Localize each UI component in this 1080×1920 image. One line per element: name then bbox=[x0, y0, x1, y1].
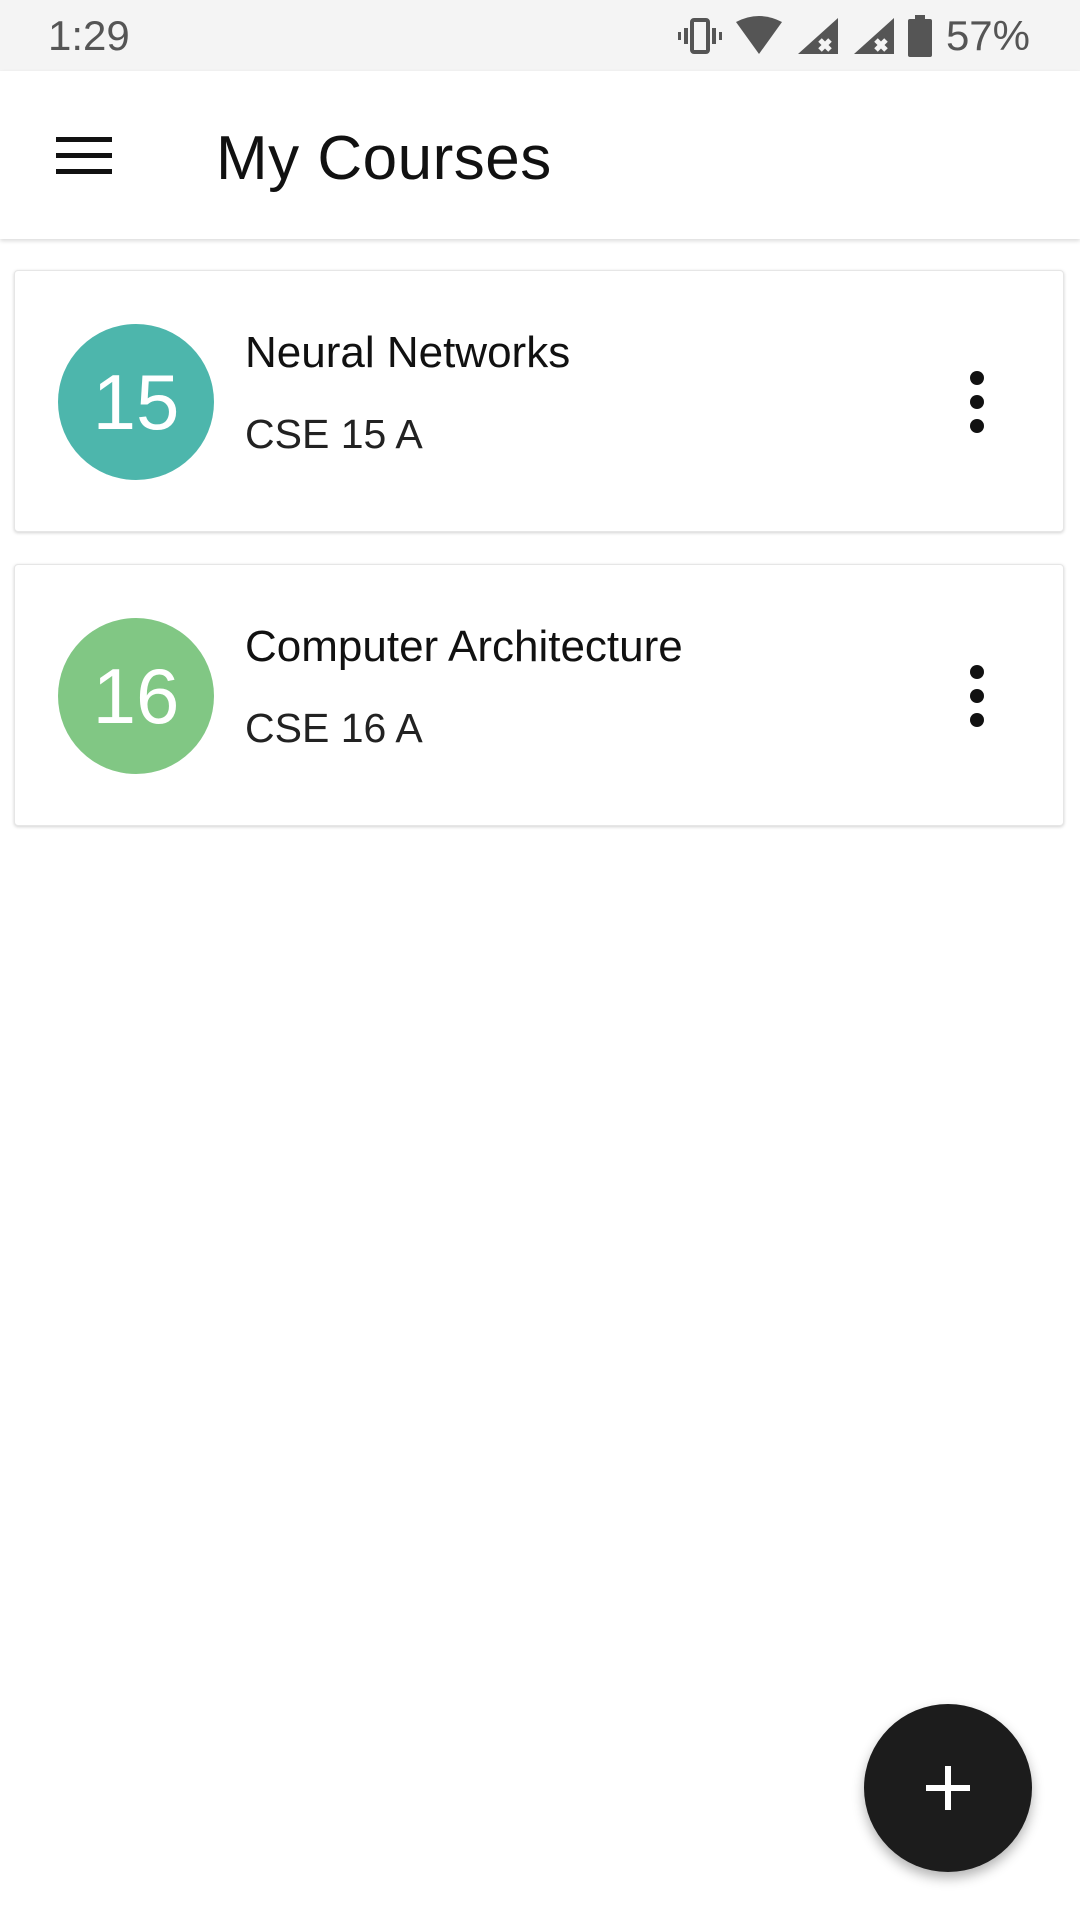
menu-button[interactable] bbox=[40, 115, 128, 195]
app-bar: My Courses bbox=[0, 71, 1080, 239]
add-course-button[interactable] bbox=[864, 1704, 1032, 1872]
course-number-avatar: 16 bbox=[58, 618, 214, 774]
plus-icon bbox=[924, 1764, 972, 1812]
signal-no-data-icon bbox=[852, 16, 894, 56]
wifi-icon bbox=[735, 16, 782, 56]
course-name: Computer Architecture bbox=[245, 622, 683, 671]
course-name: Neural Networks bbox=[245, 328, 571, 377]
status-time: 1:29 bbox=[48, 12, 130, 59]
course-card[interactable]: 15 Neural Networks CSE 15 A bbox=[14, 270, 1064, 532]
status-bar: 1:29 57% bbox=[0, 0, 1080, 71]
vibrate-icon bbox=[677, 16, 722, 56]
page-title: My Courses bbox=[216, 124, 552, 193]
hamburger-menu-icon bbox=[56, 135, 112, 175]
course-code: CSE 16 A bbox=[245, 705, 423, 751]
course-code: CSE 15 A bbox=[245, 411, 423, 457]
more-vert-icon bbox=[967, 370, 987, 434]
course-options-button[interactable] bbox=[947, 651, 1007, 741]
course-card[interactable]: 16 Computer Architecture CSE 16 A bbox=[14, 564, 1064, 826]
battery-percentage: 57% bbox=[945, 12, 1030, 59]
status-icons: 57% bbox=[677, 12, 1030, 59]
battery-icon bbox=[907, 15, 932, 57]
more-vert-icon bbox=[967, 664, 987, 728]
course-number-avatar: 15 bbox=[58, 324, 214, 480]
signal-no-data-icon bbox=[796, 16, 838, 56]
course-options-button[interactable] bbox=[947, 357, 1007, 447]
